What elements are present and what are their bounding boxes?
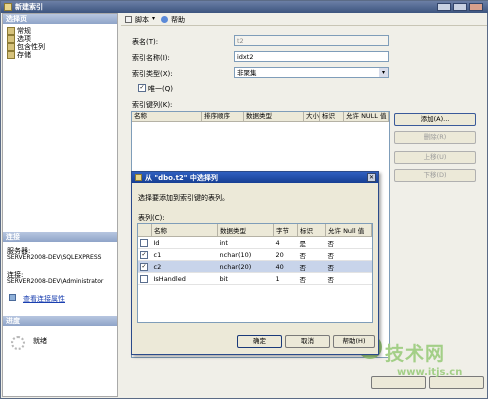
row-checkbox[interactable] [140, 274, 148, 283]
select-page-header: 选择页 [3, 14, 117, 24]
nav-item-storage[interactable]: 存储 [7, 50, 31, 60]
help-button[interactable]: 帮助(H) [333, 335, 375, 348]
dialog-titlebar: 从 "dbo.t2" 中选择列 ✕ [132, 172, 378, 183]
script-icon [125, 16, 132, 23]
connection-header: 连接 [3, 232, 117, 242]
help-icon [161, 16, 168, 23]
check-icon: ✓ [138, 84, 146, 92]
index-type-value: 非聚集 [237, 69, 257, 77]
view-connection-properties-link[interactable]: 查看连接属性 [23, 294, 65, 304]
table-name-field: t2 [234, 35, 389, 46]
row-checkbox[interactable]: ✓ [140, 250, 148, 259]
table-row[interactable]: ✓ c2 nchar(20) 40 否 否 [138, 260, 372, 273]
left-pane: 选择页 常规 选项 包含性列 存储 连接 服务器: SERVER2008-DEV… [2, 13, 118, 397]
dialog-header-bytes[interactable]: 字节 [273, 224, 298, 237]
chevron-down-icon[interactable]: ▾ [152, 15, 155, 22]
page-icon [7, 51, 15, 59]
column-header-identity[interactable]: 标识 [320, 112, 344, 122]
column-header-name[interactable]: 名称 [132, 112, 202, 122]
add-button[interactable]: 添加(A)... [394, 113, 476, 126]
minimize-button[interactable] [437, 3, 451, 11]
column-header-sort-order[interactable]: 排序顺序 [202, 112, 244, 122]
dialog-header-data-type[interactable]: 数据类型 [217, 224, 274, 237]
dialog-header-allow-null[interactable]: 允许 Null 值 [325, 224, 372, 237]
cancel-button[interactable]: 取消 [285, 335, 330, 348]
index-type-select[interactable]: 非聚集 ▾ [234, 67, 389, 78]
progress-spinner-icon [11, 336, 25, 350]
index-type-label: 索引类型(X): [132, 70, 173, 78]
ok-button[interactable]: 确定 [237, 335, 282, 348]
chevron-down-icon[interactable]: ▾ [379, 68, 388, 77]
new-index-window: 新建索引 选择页 常规 选项 包含性列 存储 连接 服务器: SERVER200… [0, 0, 488, 399]
unique-checkbox[interactable]: ✓ [138, 84, 146, 92]
maximize-button[interactable] [453, 3, 467, 11]
connection-properties-icon [9, 294, 16, 301]
table-name-label: 表名(T): [132, 38, 159, 46]
script-button[interactable]: 脚本 [135, 15, 149, 25]
row-checkbox[interactable] [140, 238, 148, 247]
close-button[interactable] [469, 3, 483, 11]
column-header-allow-null[interactable]: 允许 NULL 值 [344, 112, 389, 122]
dialog-title: 从 "dbo.t2" 中选择列 [145, 174, 218, 182]
progress-header: 进度 [3, 316, 117, 326]
move-up-button[interactable]: 上移(U) [394, 151, 476, 164]
table-columns-label: 表列(C): [138, 214, 165, 222]
table-columns-grid[interactable]: 名称 数据类型 字节 标识 允许 Null 值 Id int 4 是 否 ✓ c… [137, 223, 373, 323]
table-row[interactable]: Id int 4 是 否 [138, 236, 372, 249]
help-button[interactable]: 帮助 [171, 15, 185, 25]
watermark-text: 技术网 [385, 343, 446, 365]
toolbar: 脚本 ▾ 帮助 [121, 14, 487, 26]
dialog-instruction: 选择要添加到索引键的表列。 [138, 194, 229, 202]
window-title: 新建索引 [15, 3, 43, 11]
table-row[interactable]: IsHandled bit 1 否 否 [138, 272, 372, 285]
select-columns-dialog: 从 "dbo.t2" 中选择列 ✕ 选择要添加到索引键的表列。 表列(C): 名… [131, 171, 379, 355]
unique-label: 唯一(Q) [148, 85, 173, 93]
column-header-size[interactable]: 大小 [304, 112, 320, 122]
row-checkbox[interactable]: ✓ [140, 262, 148, 271]
window-icon [4, 3, 12, 11]
watermark-url: www.itjs.cn [397, 367, 463, 378]
connection-value: SERVER2008-DEV\Administrator [7, 278, 104, 285]
progress-status: 就绪 [33, 337, 47, 345]
window-titlebar: 新建索引 [1, 1, 488, 13]
server-value: SERVER2008-DEV\SQLEXPRESS [7, 254, 102, 261]
dialog-header-name[interactable]: 名称 [151, 224, 218, 237]
table-row[interactable]: ✓ c1 nchar(10) 20 否 否 [138, 248, 372, 261]
index-name-label: 索引名称(I): [132, 54, 170, 62]
remove-button[interactable]: 删除(R) [394, 131, 476, 144]
close-icon[interactable]: ✕ [367, 173, 376, 182]
column-header-data-type[interactable]: 数据类型 [244, 112, 304, 122]
dialog-header-identity[interactable]: 标识 [297, 224, 326, 237]
index-name-input[interactable]: idxt2 [234, 51, 389, 62]
dialog-icon [135, 174, 142, 181]
move-down-button[interactable]: 下移(D) [394, 169, 476, 182]
index-key-columns-label: 索引键列(K): [132, 101, 173, 109]
